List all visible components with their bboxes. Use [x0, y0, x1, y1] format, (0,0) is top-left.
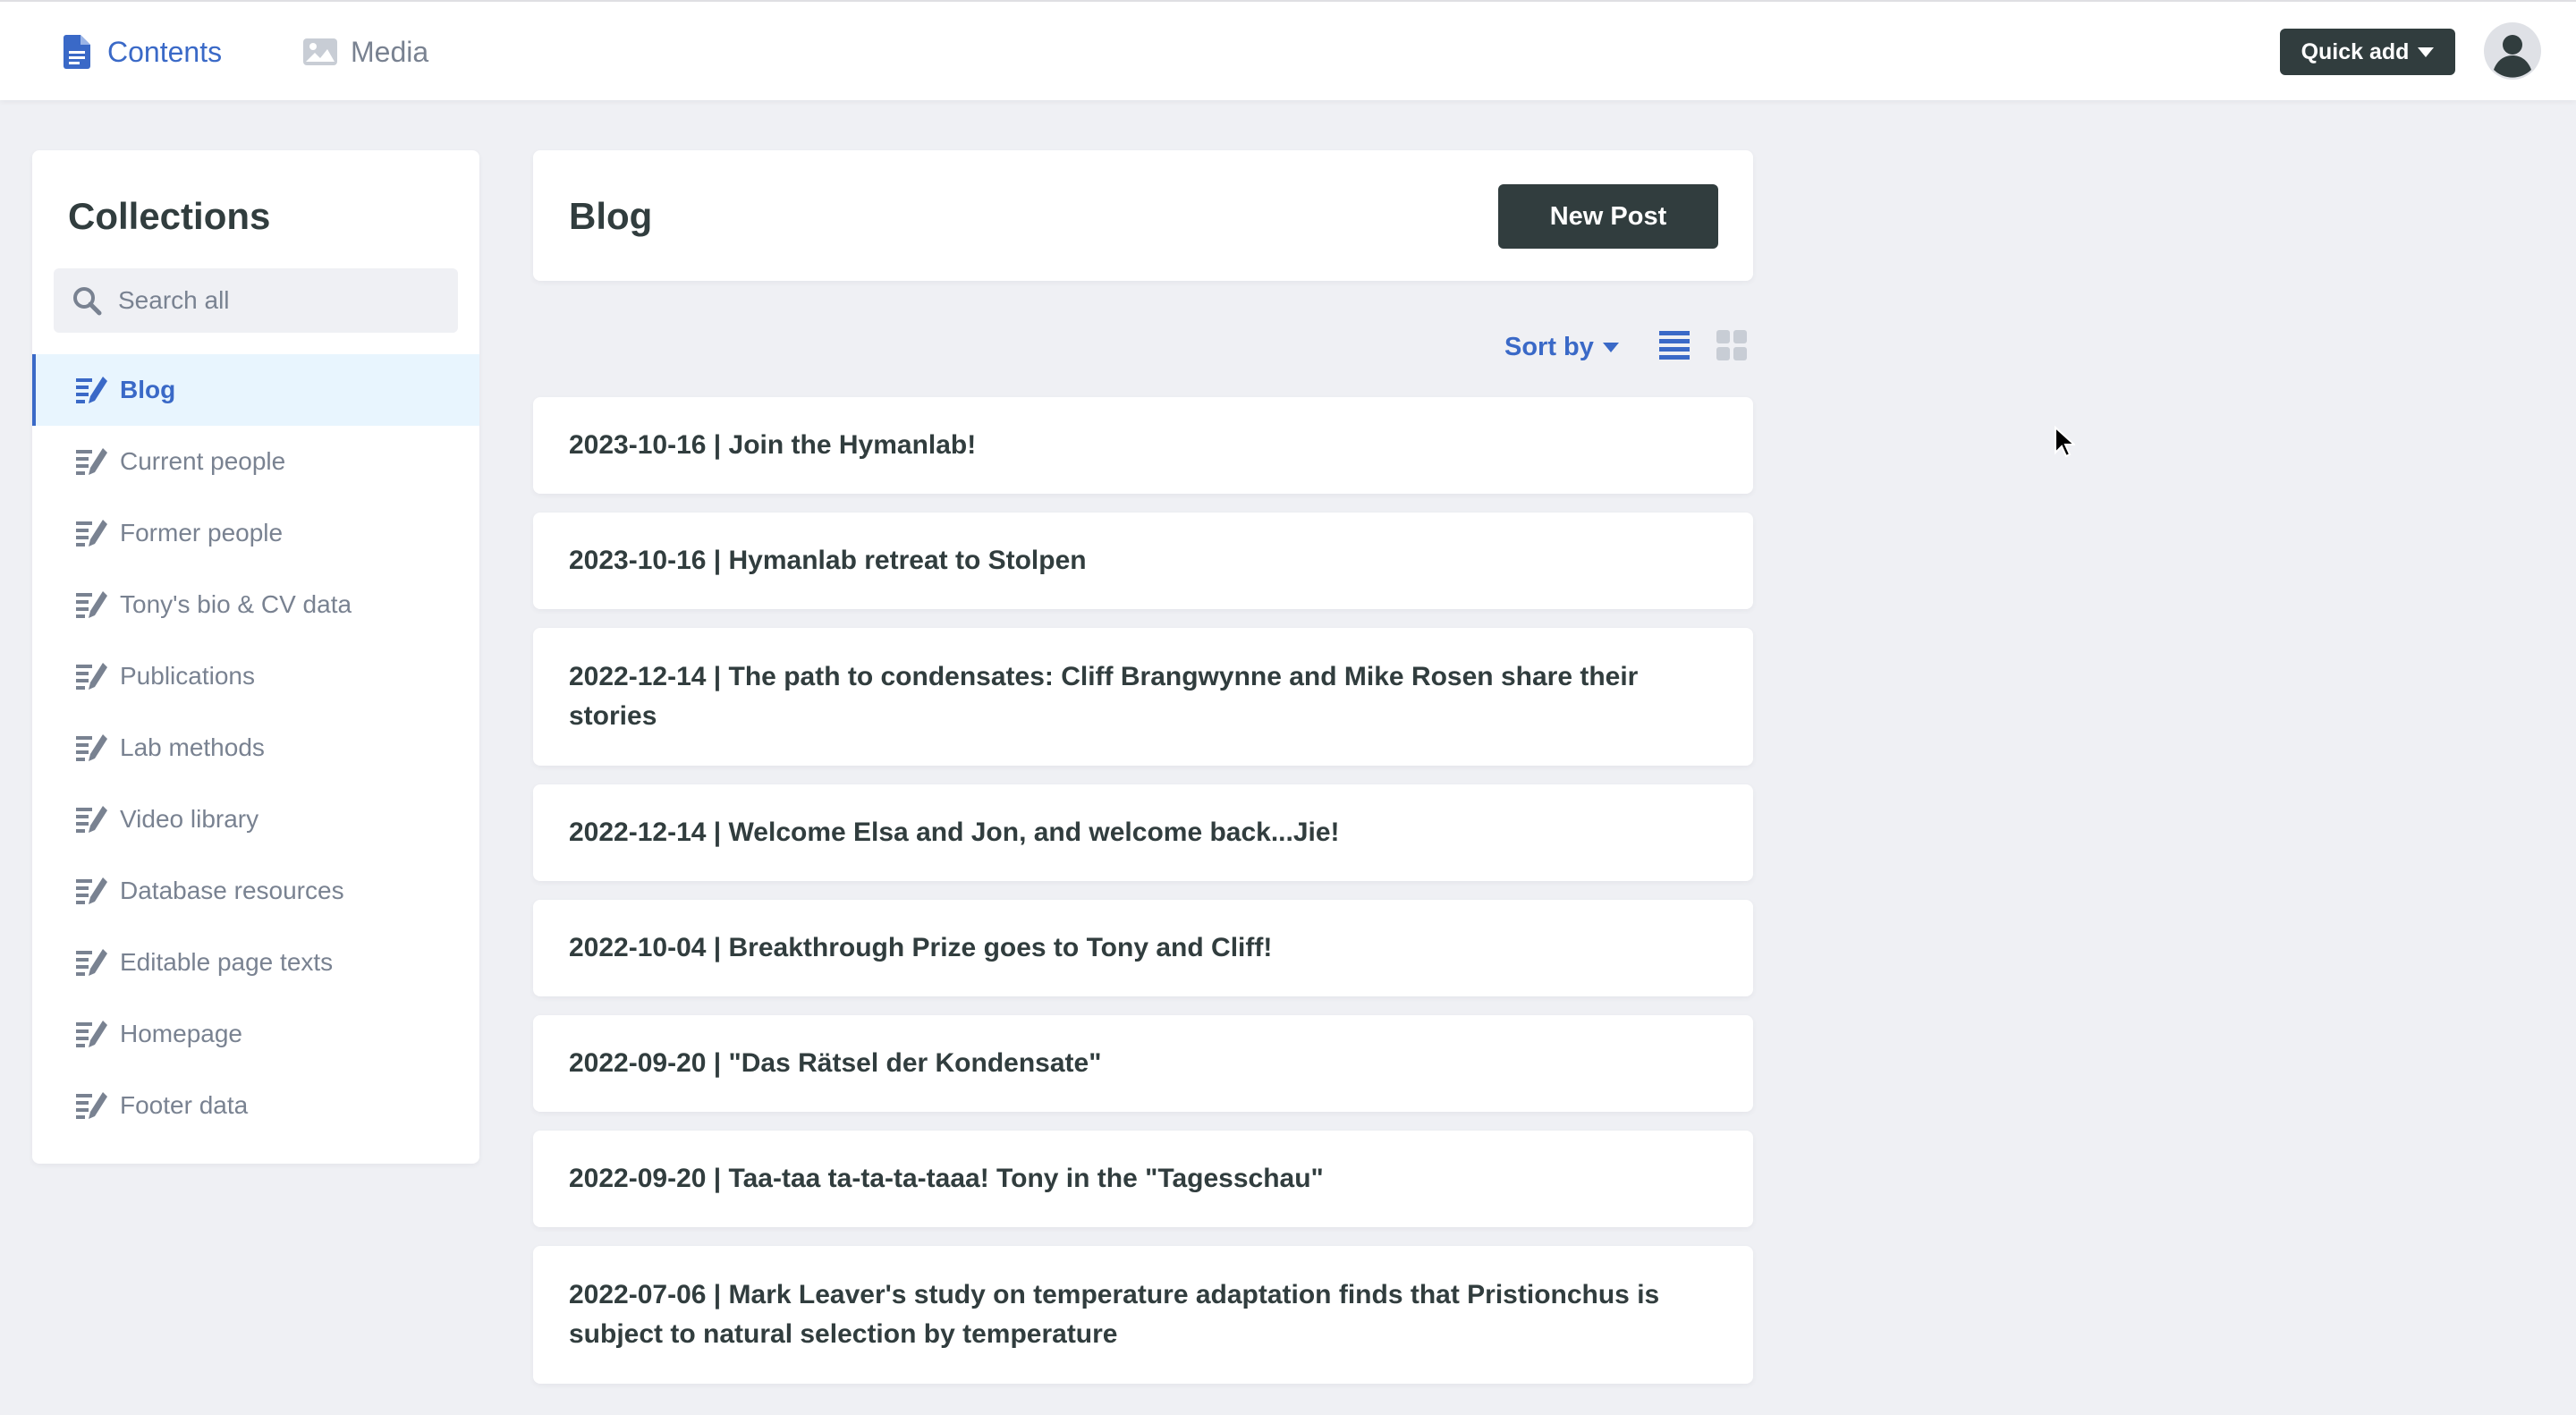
collection-header: Blog New Post: [533, 150, 1753, 281]
sidebar-title: Collections: [68, 195, 271, 237]
quick-add-button[interactable]: Quick add: [2280, 29, 2455, 75]
entry-card[interactable]: 2022-10-04 | Breakthrough Prize goes to …: [533, 900, 1753, 996]
sidebar-item-7[interactable]: Database resources: [32, 855, 479, 927]
sidebar-item-label: Footer data: [120, 1091, 249, 1119]
entry-card[interactable]: 2022-09-20 | Taa-taa ta-ta-ta-taaa! Tony…: [533, 1131, 1753, 1227]
sidebar-item-3[interactable]: Tony's bio & CV data: [32, 569, 479, 640]
entry-card[interactable]: 2023-10-16 | Hymanlab retreat to Stolpen: [533, 513, 1753, 609]
sidebar-item-4[interactable]: Publications: [32, 640, 479, 712]
sidebar-item-label: Publications: [120, 662, 255, 690]
collection-icon: [75, 1017, 109, 1051]
user-avatar-icon[interactable]: [2483, 21, 2542, 80]
sidebar-item-label: Database resources: [120, 877, 344, 904]
entry-card[interactable]: 2022-09-20 | "Das Rätsel der Kondensate": [533, 1015, 1753, 1112]
sidebar-item-2[interactable]: Former people: [32, 497, 479, 569]
search-input[interactable]: [116, 285, 451, 316]
tab-contents-label: Contents: [107, 35, 223, 68]
sidebar-item-label: Tony's bio & CV data: [120, 590, 352, 618]
entry-card[interactable]: 2022-07-06 | Mark Leaver's study on temp…: [533, 1246, 1753, 1384]
sidebar-item-10[interactable]: Footer data: [32, 1070, 479, 1141]
top-navigation-bar: Contents Media Quick add: [0, 0, 2576, 100]
collection-icon: [75, 1089, 109, 1123]
sidebar-item-label: Editable page texts: [120, 948, 334, 976]
search-icon: [70, 284, 104, 318]
sidebar-item-1[interactable]: Current people: [32, 426, 479, 497]
entry-card[interactable]: 2022-12-14 | Welcome Elsa and Jon, and w…: [533, 784, 1753, 881]
sort-by-dropdown[interactable]: Sort by: [1504, 329, 1619, 365]
entry-card[interactable]: 2022-12-14 | The path to condensates: Cl…: [533, 628, 1753, 766]
collection-icon: [75, 731, 109, 765]
sidebar-item-label: Lab methods: [120, 733, 265, 761]
sidebar-item-label: Video library: [120, 805, 259, 833]
collection-icon: [75, 945, 109, 979]
collection-icon: [75, 874, 109, 908]
collection-icon: [75, 516, 109, 550]
sidebar-item-label: Homepage: [120, 1020, 242, 1047]
entry-list: 2023-10-16 | Join the Hymanlab! 2023-10-1…: [533, 397, 1753, 1402]
new-post-button[interactable]: New Post: [1498, 184, 1718, 249]
collection-icon: [75, 588, 109, 622]
entry-card[interactable]: 2023-10-16 | Join the Hymanlab!: [533, 397, 1753, 494]
tab-media[interactable]: Media: [302, 32, 428, 72]
mouse-cursor-icon: [2054, 425, 2077, 458]
grid-view-icon[interactable]: [1714, 327, 1750, 363]
chevron-down-icon: [2418, 47, 2435, 57]
collection-icon: [75, 659, 109, 693]
collection-icon: [75, 445, 109, 479]
sidebar-item-6[interactable]: Video library: [32, 784, 479, 855]
sort-by-label: Sort by: [1504, 332, 1594, 361]
quick-add-label: Quick add: [2301, 38, 2410, 64]
sidebar-item-label: Blog: [120, 376, 176, 403]
list-view-icon[interactable]: [1657, 327, 1692, 363]
image-icon: [302, 34, 338, 70]
sidebar-item-5[interactable]: Lab methods: [32, 712, 479, 784]
sidebar-item-label: Former people: [120, 519, 284, 547]
page-title: Blog: [569, 195, 653, 237]
chevron-down-icon: [1602, 342, 1619, 352]
sidebar-item-9[interactable]: Homepage: [32, 998, 479, 1070]
search-box[interactable]: [54, 268, 458, 333]
sidebar-item-label: Current people: [120, 447, 286, 475]
sidebar-item-0[interactable]: Blog: [32, 354, 479, 426]
tab-contents[interactable]: Contents: [59, 32, 222, 72]
collection-icon: [75, 802, 109, 836]
collection-icon: [75, 373, 109, 407]
collections-sidebar: Collections Blog Current people Former peo…: [32, 150, 479, 1164]
tab-media-label: Media: [351, 35, 429, 68]
document-icon: [59, 34, 95, 70]
collection-list: Blog Current people Former people Tony's bi…: [32, 354, 479, 1141]
sidebar-item-8[interactable]: Editable page texts: [32, 927, 479, 998]
